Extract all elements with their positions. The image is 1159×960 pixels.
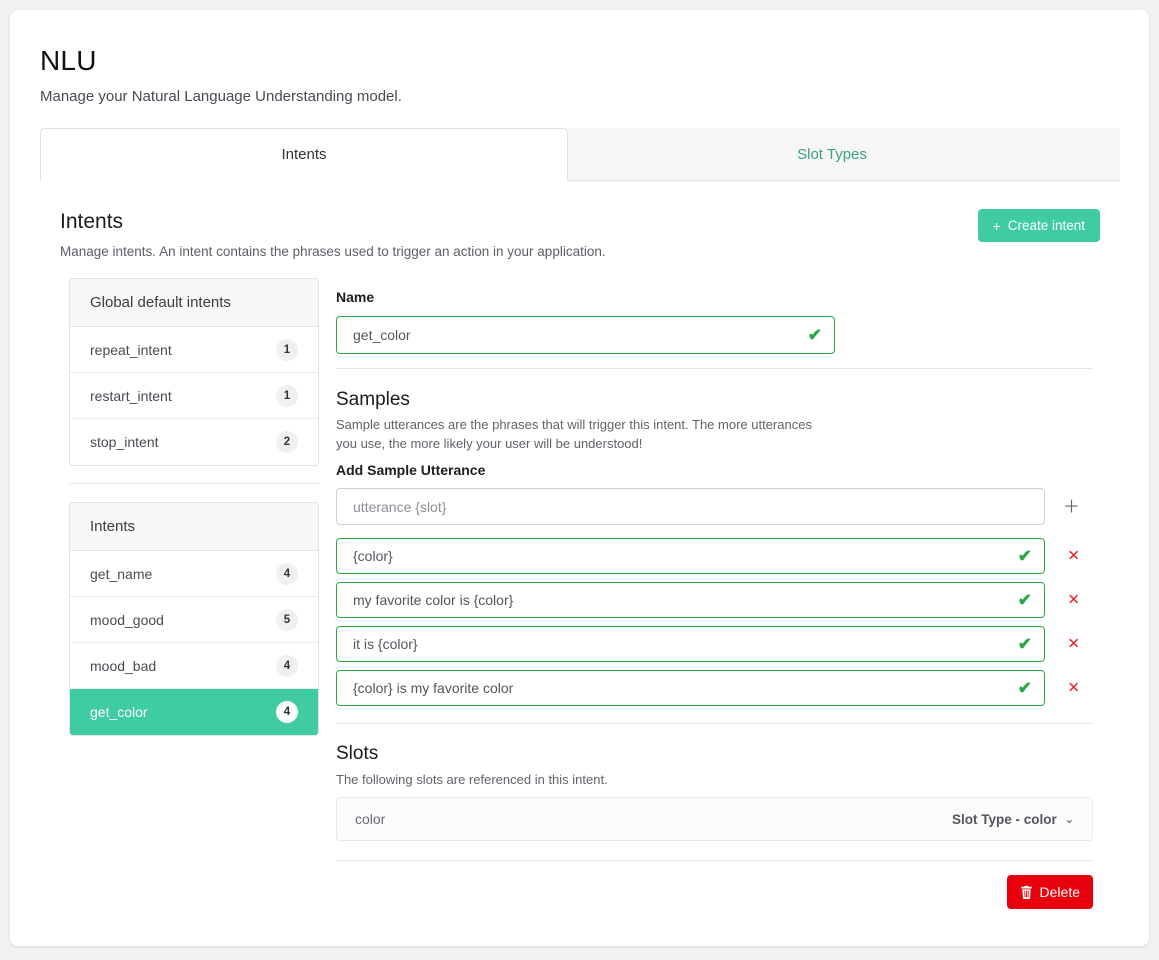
delete-button-row: Delete [336,875,1093,909]
section-title: Intents [60,210,124,233]
list-item-label: get_name [90,565,153,582]
tab-intents-label: Intents [281,146,327,163]
page-subtitle: Manage your Natural Language Understandi… [40,88,402,105]
divider-after-samples [336,723,1093,724]
samples-description: Sample utterances are the phrases that w… [336,417,812,451]
utterance-input-2[interactable] [351,591,1030,609]
delete-utterance-icon-4[interactable]: ✕ [1067,681,1080,696]
intent-name-input[interactable] [351,326,820,344]
add-sample-utterance-label: Add Sample Utterance [336,462,486,478]
slot-row-color[interactable]: color Slot Type - color ⌄ [336,797,1093,841]
add-utterance-icon[interactable]: ＋ [1063,498,1080,515]
tab-slot-types[interactable]: Slot Types [568,128,1096,180]
list-item-get-name[interactable]: get_name 4 [70,551,318,597]
valid-check-icon: ✔ [1017,590,1032,610]
list-item-repeat-intent[interactable]: repeat_intent 1 [70,327,318,373]
samples-title: Samples [336,389,410,410]
slots-description: The following slots are referenced in th… [336,772,608,787]
utterance-row-3[interactable]: ✔ ✕ [336,626,1080,662]
list-item-label: stop_intent [90,434,159,450]
delete-intent-button[interactable]: Delete [1006,875,1093,909]
slots-title: Slots [336,743,379,764]
list-item-count-badge: 1 [276,384,298,407]
list-item-label: repeat_intent [90,341,172,358]
list-item-label: restart_intent [90,387,172,404]
utterance-row-1[interactable]: ✔ ✕ [336,538,1080,574]
new-utterance-input[interactable] [351,497,1030,516]
list-item-count-badge: 4 [276,562,298,585]
list-item-stop-intent[interactable]: stop_intent 2 [70,419,318,465]
name-label: Name [336,289,375,305]
delete-utterance-icon-1[interactable]: ✕ [1067,549,1080,564]
tab-bar: Intents Slot Types [40,128,1120,181]
delete-utterance-icon-2[interactable]: ✕ [1067,593,1080,608]
list-item-count-badge: 1 [276,338,298,361]
tab-intents[interactable]: Intents [40,128,568,181]
list-item-label: mood_bad [90,657,157,674]
main-card: NLU Manage your Natural Language Underst… [10,10,1149,946]
valid-check-icon: ✔ [1017,678,1032,698]
list-item-count-badge: 4 [276,654,298,677]
list-item-mood-bad[interactable]: mood_bad 4 [70,643,318,689]
list-item-count-badge: 2 [276,431,298,453]
utterance-input-4[interactable] [351,679,1030,697]
new-utterance-field[interactable]: ＋ [336,488,1080,525]
list-item-label: get_color [90,704,148,720]
app-page: NLU Manage your Natural Language Underst… [0,0,1159,960]
list-item-get-color[interactable]: get_color 4 [70,689,318,735]
divider-after-name [336,368,1093,369]
chevron-down-icon: ⌄ [1064,813,1074,826]
utterance-input-1[interactable] [351,547,1030,565]
sidebar-divider [69,483,319,484]
delete-label: Delete [1039,884,1080,900]
slot-type-dropdown[interactable]: Slot Type - color ⌄ [952,812,1074,827]
valid-check-icon: ✔ [1017,634,1032,654]
valid-check-icon: ✔ [807,325,822,345]
global-intents-header: Global default intents [70,279,318,327]
intent-name-field[interactable]: ✔ [336,316,835,354]
slot-name: color [355,811,386,827]
plus-icon: + [992,217,1001,234]
delete-utterance-icon-3[interactable]: ✕ [1067,637,1080,652]
list-item-count-badge: 4 [276,701,298,723]
create-intent-button[interactable]: + Create intent [977,209,1100,242]
page-title: NLU [40,45,97,76]
create-intent-label: Create intent [1007,218,1085,233]
section-subtitle: Manage intents. An intent contains the p… [60,244,606,259]
list-item-label: mood_good [90,611,164,628]
valid-check-icon: ✔ [1017,546,1032,566]
global-default-intents-list: Global default intents repeat_intent 1 r… [69,278,319,466]
list-item-restart-intent[interactable]: restart_intent 1 [70,373,318,419]
intents-list: Intents get_name 4 mood_good 5 mood_bad … [69,502,319,736]
utterance-input-3[interactable] [351,635,1030,653]
intents-list-header: Intents [70,503,318,551]
list-item-mood-good[interactable]: mood_good 5 [70,597,318,643]
list-item-count-badge: 5 [276,608,298,631]
utterance-row-4[interactable]: ✔ ✕ [336,670,1080,706]
divider-before-delete [336,860,1093,861]
tab-slot-types-label: Slot Types [797,145,867,163]
slot-type-label: Slot Type - color [952,811,1057,827]
utterance-row-2[interactable]: ✔ ✕ [336,582,1080,618]
trash-icon [1020,885,1033,899]
